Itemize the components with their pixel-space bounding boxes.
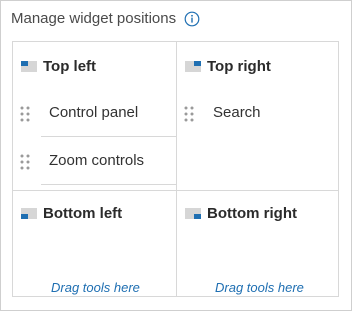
- zone-label: Bottom right: [207, 205, 297, 222]
- panel-header: Manage widget positions: [11, 10, 200, 27]
- zone-header-bottom-right: Bottom right: [185, 205, 297, 222]
- drag-handle-icon[interactable]: [20, 154, 30, 170]
- zone-top-left[interactable]: Top left Control panel Zoom controls: [13, 42, 176, 190]
- layout-top-left-icon: [21, 61, 37, 72]
- zone-header-top-right: Top right: [185, 58, 271, 75]
- drag-handle-icon[interactable]: [20, 106, 30, 122]
- widget-item-label: Search: [213, 104, 261, 121]
- widget-positions-panel: Manage widget positions Top left Control…: [0, 0, 352, 311]
- widget-item-search[interactable]: Search: [177, 90, 338, 136]
- zone-label: Top left: [43, 58, 97, 75]
- info-icon[interactable]: [184, 11, 200, 27]
- zone-bottom-left[interactable]: Bottom left Drag tools here: [13, 191, 176, 296]
- zone-top-right[interactable]: Top right Search: [177, 42, 338, 190]
- layout-bottom-left-icon: [21, 208, 37, 219]
- drop-hint: Drag tools here: [215, 280, 304, 295]
- widget-item-label: Zoom controls: [49, 152, 145, 169]
- positions-grid: Top left Control panel Zoom controls Top…: [12, 41, 339, 297]
- item-divider: [41, 184, 176, 185]
- zone-label: Top right: [207, 58, 271, 75]
- widget-item-label: Control panel: [49, 104, 139, 121]
- zone-bottom-right[interactable]: Bottom right Drag tools here: [177, 191, 338, 296]
- item-divider: [41, 136, 176, 137]
- widget-item-control-panel[interactable]: Control panel: [13, 90, 176, 136]
- layout-top-right-icon: [185, 61, 201, 72]
- zone-label: Bottom left: [43, 205, 123, 222]
- zone-header-bottom-left: Bottom left: [21, 205, 122, 222]
- widget-item-zoom-controls[interactable]: Zoom controls: [13, 138, 176, 184]
- layout-bottom-right-icon: [185, 208, 201, 219]
- zone-header-top-left: Top left: [21, 58, 96, 75]
- drag-handle-icon[interactable]: [184, 106, 194, 122]
- drop-hint: Drag tools here: [51, 280, 140, 295]
- panel-title: Manage widget positions: [11, 10, 177, 27]
